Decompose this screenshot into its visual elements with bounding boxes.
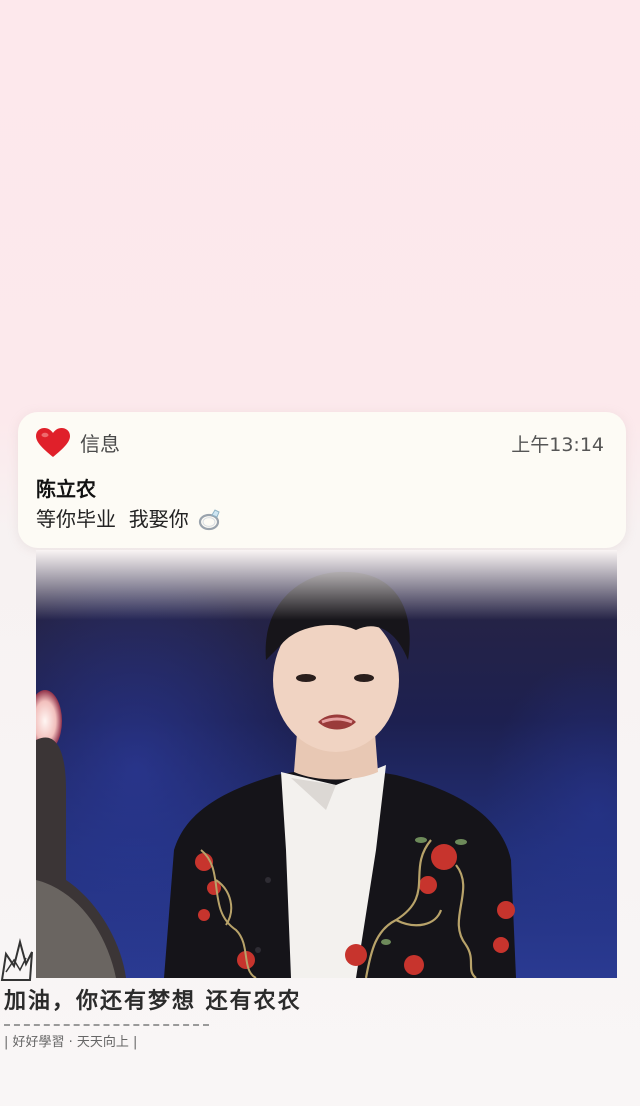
- notification-sender: 陈立农: [36, 477, 96, 501]
- tagline-text: | 好好學習 · 天天向上 |: [4, 1035, 138, 1050]
- crown-icon: [0, 938, 33, 981]
- concert-photo: [36, 550, 617, 978]
- slogan-text: 加油，你还有梦想 还有农农: [4, 989, 302, 1014]
- ring-icon: [198, 509, 220, 531]
- message-notification[interactable]: 信息 上午13:14 陈立农 等你毕业 我娶你: [18, 412, 626, 548]
- photo-top-fade: [36, 550, 617, 620]
- notification-time: 上午13:14: [511, 434, 604, 456]
- dashed-divider: [4, 1024, 209, 1026]
- red-heart-icon: [36, 428, 70, 457]
- notification-message-row: 等你毕业 我娶你: [36, 506, 223, 532]
- notification-app-name: 信息: [80, 432, 120, 456]
- notification-message: 等你毕业 我娶你: [36, 507, 189, 531]
